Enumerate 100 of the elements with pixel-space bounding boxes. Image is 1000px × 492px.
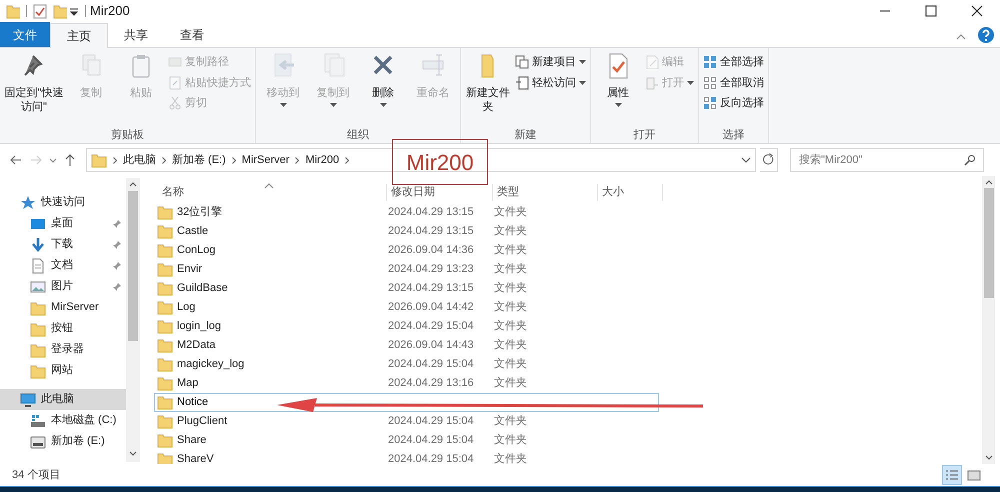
ribbon-button[interactable]: 全部取消 — [703, 74, 764, 91]
type-cell-text: 文件夹 — [494, 262, 528, 277]
scissors-icon — [168, 96, 182, 110]
search-field[interactable]: 搜索"Mir200" — [790, 148, 984, 172]
date-cell-text: 2026.09.04 14:42 — [388, 300, 475, 315]
folder-icon — [30, 362, 46, 378]
folder-icon — [157, 261, 173, 277]
dropdown-icon[interactable] — [741, 155, 751, 165]
annotation-label: Mir200 — [392, 139, 488, 185]
date-cell-text: 2026.09.04 14:36 — [388, 242, 475, 258]
caret-icon[interactable] — [380, 103, 386, 107]
ribbon-tab[interactable]: 共享 — [108, 22, 164, 47]
sidebar-item[interactable]: 本地磁盘 (C:) — [0, 410, 126, 431]
properties-icon[interactable] — [33, 3, 47, 19]
folder-icon — [157, 318, 173, 334]
ribbon-button[interactable]: 全部选择 — [703, 54, 764, 70]
ribbon-tab[interactable]: 主页 — [50, 23, 108, 48]
folder-icon — [157, 242, 173, 258]
date-cell-text: 2024.04.29 13:16 — [388, 376, 475, 391]
edit-icon — [645, 55, 659, 70]
date-cell-text: 2024.04.29 15:04 — [388, 432, 475, 448]
scrollbar[interactable] — [126, 178, 140, 462]
file-name[interactable]: magickey_log — [177, 356, 244, 372]
column-header[interactable]: 修改日期 — [387, 184, 493, 200]
type-cell-text: 文件夹 — [494, 300, 528, 315]
refresh-icon[interactable] — [760, 148, 778, 172]
scroll-up-icon[interactable] — [129, 182, 137, 187]
breadcrumb[interactable]: 此电脑 — [123, 152, 156, 168]
sidebar-item[interactable]: 快速访问 — [0, 192, 126, 213]
ribbon-button[interactable]: 新建文件夹 — [465, 52, 511, 114]
sidebar-item[interactable]: 网站 — [0, 360, 126, 381]
file-name[interactable]: login_log — [177, 318, 222, 334]
date-cell-text: 2024.04.29 13:15 — [388, 280, 475, 296]
ribbon-button[interactable]: 反向选择 — [703, 95, 764, 112]
breadcrumb[interactable]: MirServer — [242, 152, 290, 168]
scroll-down-icon[interactable] — [984, 455, 992, 460]
download-icon — [30, 236, 46, 252]
folder-icon — [91, 152, 107, 168]
column-header[interactable]: 名称 — [158, 184, 387, 200]
file-name[interactable]: Notice — [177, 394, 208, 410]
type-cell-text: 文件夹 — [494, 204, 528, 220]
sidebar-item[interactable]: 新加卷 (E:) — [0, 431, 126, 452]
file-name[interactable]: Map — [177, 374, 198, 392]
group-label: 新建 — [514, 128, 538, 142]
ribbon-tab[interactable]: 文件 — [0, 22, 50, 47]
ribbon-button[interactable]: 属性 — [595, 52, 641, 107]
caret-icon[interactable] — [614, 103, 622, 107]
sidebar-item[interactable]: 登录器 — [0, 339, 126, 360]
chevron-icon — [232, 156, 236, 164]
ribbon-button[interactable]: 固定到"快速访问" — [4, 52, 64, 114]
sidebar-item[interactable]: 此电脑 — [0, 389, 126, 410]
breadcrumb[interactable]: Mir200 — [305, 152, 340, 168]
type-cell-text: 文件夹 — [494, 280, 528, 296]
type-cell-text: 文件夹 — [494, 414, 528, 429]
ribbon-button[interactable]: 轻松访问 — [515, 74, 586, 91]
chevron-icon — [113, 156, 117, 164]
system-drive-icon — [30, 412, 46, 428]
file-name[interactable]: 32位引擎 — [177, 204, 222, 220]
caret-icon[interactable] — [579, 60, 586, 64]
scrollbar[interactable] — [982, 176, 995, 464]
chevron-icon — [162, 156, 166, 164]
sidebar-item[interactable]: 下载 — [0, 234, 126, 255]
sidebar-item[interactable]: 桌面 — [0, 213, 126, 234]
caret-icon[interactable] — [579, 80, 586, 85]
scroll-up-icon[interactable] — [984, 180, 992, 185]
folder-icon — [30, 320, 46, 336]
folder-icon — [157, 413, 173, 429]
column-header[interactable]: 大小 — [598, 184, 663, 200]
sort-icon — [264, 183, 274, 189]
scroll-down-icon[interactable] — [129, 451, 137, 456]
help-icon[interactable] — [976, 25, 996, 45]
file-name[interactable]: ShareV — [177, 450, 214, 464]
sidebar-item[interactable]: 文档 — [0, 255, 126, 276]
file-name[interactable]: PlugClient — [177, 412, 228, 430]
file-name[interactable]: Log — [177, 298, 196, 316]
sidebar-item[interactable]: MirServer — [0, 297, 126, 318]
file-name[interactable]: Envir — [177, 260, 202, 278]
sidebar-item[interactable]: 按钮 — [0, 318, 126, 339]
ribbon-tab[interactable]: 查看 — [164, 22, 220, 47]
view-button[interactable] — [942, 465, 962, 485]
folder-icon — [30, 342, 46, 358]
date-cell-text: 2024.04.29 15:04 — [388, 414, 475, 429]
type-cell-text: 文件夹 — [494, 318, 528, 334]
group-label: 组织 — [346, 128, 370, 142]
open-icon — [645, 76, 659, 90]
date-cell-text: 2024.04.29 15:04 — [388, 452, 475, 464]
folder-icon — [157, 299, 173, 315]
file-name[interactable]: GuildBase — [177, 280, 228, 296]
breadcrumb[interactable]: 新加卷 (E:) — [172, 152, 226, 168]
file-name[interactable]: M2Data — [177, 336, 216, 354]
column-header[interactable]: 类型 — [493, 184, 598, 200]
folder-icon — [157, 432, 173, 448]
ribbon-button[interactable]: 新建项目 — [515, 54, 586, 70]
chevron-icon — [295, 156, 300, 164]
file-name[interactable]: Share — [177, 432, 206, 448]
new-item-icon — [515, 55, 529, 70]
ribbon-button[interactable]: 删除 — [360, 52, 406, 107]
sidebar-item[interactable]: 图片 — [0, 276, 126, 297]
file-name[interactable]: ConLog — [177, 242, 216, 258]
file-name[interactable]: Castle — [177, 222, 208, 240]
